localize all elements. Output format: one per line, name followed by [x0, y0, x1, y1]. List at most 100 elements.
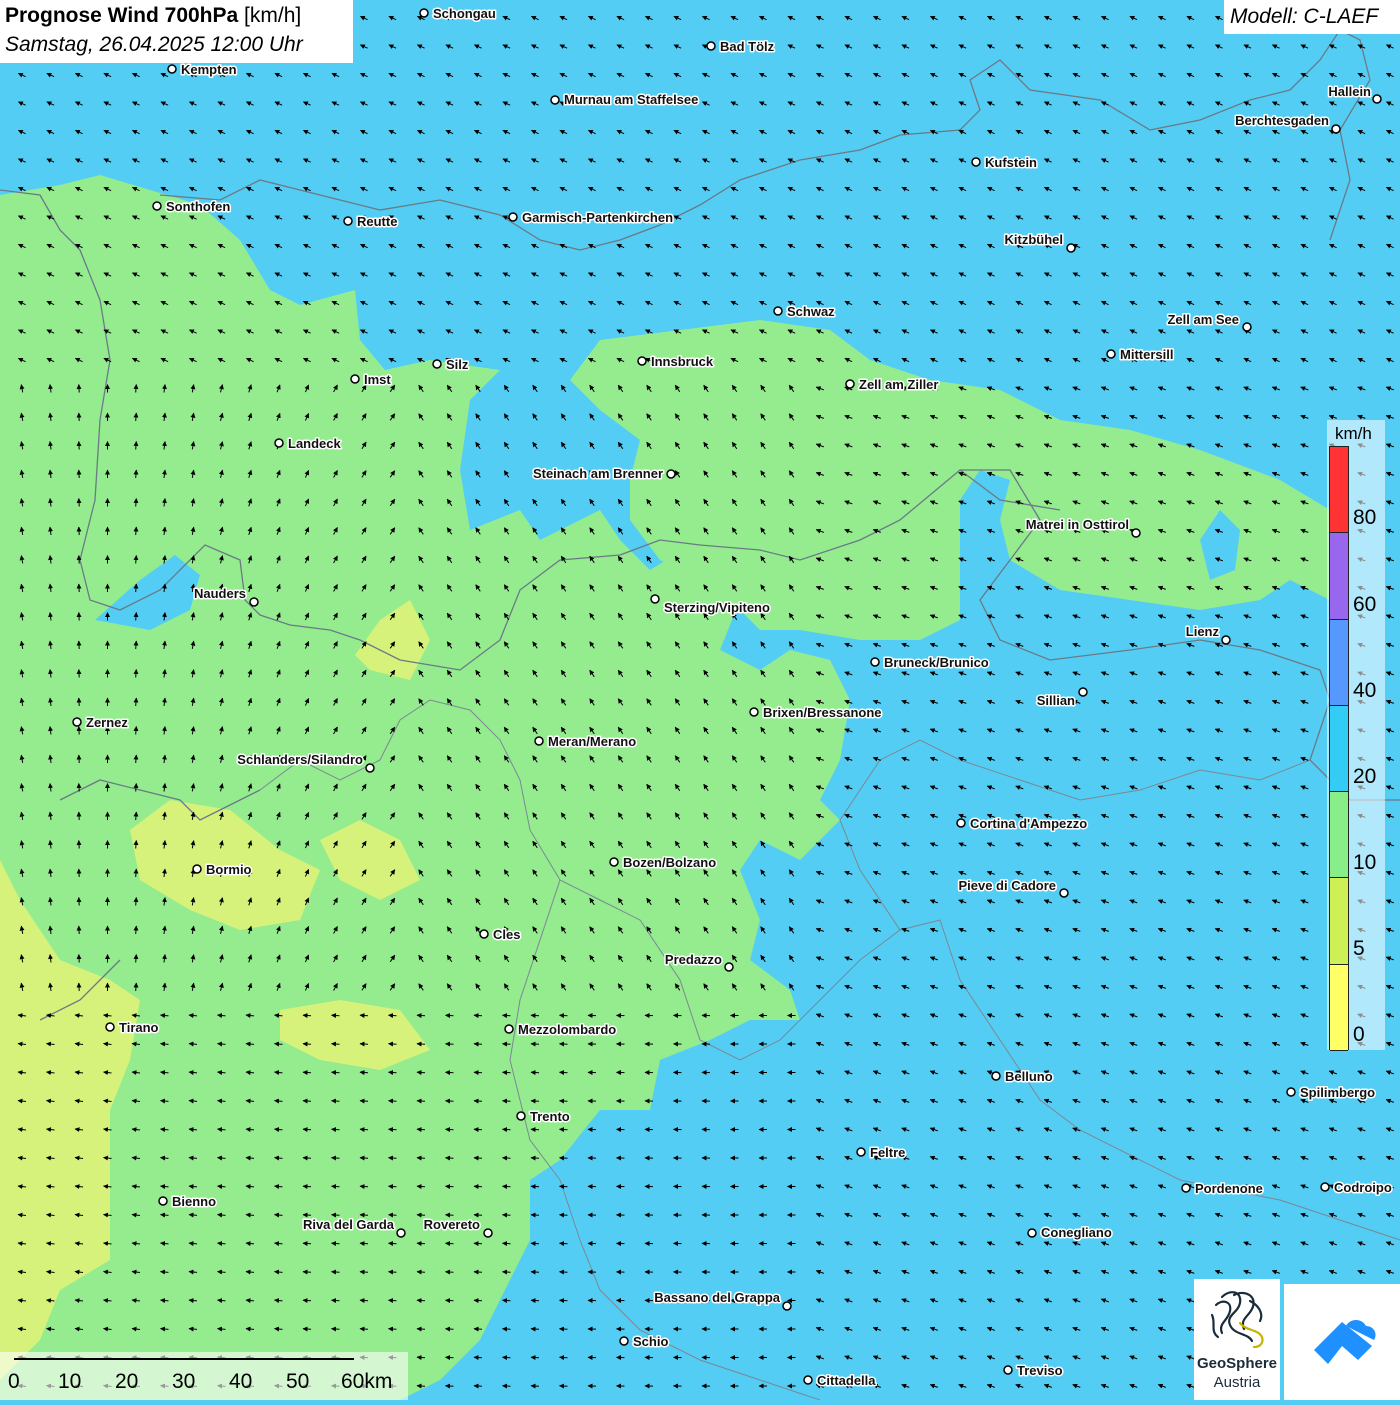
wind-arrow: [136, 527, 137, 535]
city-dot: [651, 595, 659, 603]
scale-label: 30: [172, 1370, 195, 1394]
wind-arrow: [389, 1015, 397, 1016]
city-dot: [351, 375, 359, 383]
city-label: Feltre: [870, 1145, 905, 1160]
wind-arrow: [389, 1300, 397, 1301]
wind-arrow: [360, 1215, 368, 1216]
city-label: Landeck: [288, 436, 342, 451]
wind-arrow: [360, 1072, 368, 1073]
wind-arrow: [303, 1300, 311, 1301]
wind-arrow: [136, 755, 137, 763]
scale-label: 60km: [341, 1370, 392, 1394]
city-label: Bruneck/Brunico: [884, 655, 989, 670]
scale-label: 0: [8, 1370, 20, 1394]
city-label: Conegliano: [1041, 1225, 1112, 1240]
wind-arrow: [332, 1243, 340, 1244]
cloud-arrow-icon: [1284, 1284, 1400, 1400]
wind-arrow: [417, 1243, 425, 1244]
city-dot: [505, 1025, 513, 1033]
city-label: Spilimbergo: [1300, 1085, 1375, 1100]
wind-arrow: [136, 556, 137, 564]
wind-arrow: [136, 926, 137, 934]
wind-map: Schongau Bad Tölz Kempten Murnau am Staffel…: [0, 0, 1400, 1400]
city-label: Cles: [493, 927, 520, 942]
wind-arrow: [136, 442, 137, 450]
wind-arrow: [303, 1072, 311, 1073]
scale-label: 10: [58, 1370, 81, 1394]
city-label: Bormio: [206, 862, 252, 877]
city-dot: [153, 202, 161, 210]
wind-arrow: [417, 1015, 425, 1016]
city-dot: [480, 930, 488, 938]
city-label: Meran/Merano: [548, 734, 636, 749]
city-dot: [804, 1376, 812, 1384]
city-dot: [420, 9, 428, 17]
city-dot: [1332, 125, 1340, 133]
city-label: Hallein: [1328, 84, 1371, 99]
city-label: Codroipo: [1334, 1180, 1392, 1195]
wind-arrow: [389, 1186, 397, 1187]
city-dot: [783, 1302, 791, 1310]
city-dot: [1373, 95, 1381, 103]
wind-arrow: [417, 1158, 425, 1159]
wind-arrow: [136, 841, 137, 849]
legend-tick-label: 60: [1353, 593, 1376, 617]
city-label: Bad Tölz: [720, 39, 775, 54]
city-label: Murnau am Staffelsee: [564, 92, 698, 107]
city-dot: [1067, 244, 1075, 252]
legend-unit: km/h: [1335, 424, 1372, 444]
legend-segment: [1330, 878, 1348, 964]
geosphere-name: GeoSphere: [1194, 1355, 1280, 1372]
city-dot: [610, 858, 618, 866]
wind-arrow: [303, 1215, 311, 1216]
legend-segment: [1330, 706, 1348, 792]
city-dot: [1028, 1229, 1036, 1237]
city-label: Silz: [446, 357, 469, 372]
wind-arrow: [303, 1158, 311, 1159]
city-label: Zell am Ziller: [859, 377, 938, 392]
city-label: Innsbruck: [651, 354, 714, 369]
city-dot: [972, 158, 980, 166]
city-dot: [1079, 688, 1087, 696]
city-dot: [484, 1229, 492, 1237]
legend-segment: [1330, 620, 1348, 706]
city-label: Trento: [530, 1109, 570, 1124]
legend-color-bar: [1329, 446, 1349, 1050]
city-dot: [620, 1337, 628, 1345]
wind-arrow: [389, 1215, 397, 1216]
wind-arrow: [303, 1044, 311, 1045]
forecast-datetime: Samstag, 26.04.2025 12:00 Uhr: [5, 33, 303, 57]
city-label: Kempten: [181, 62, 237, 77]
city-dot: [750, 708, 758, 716]
wind-arrow: [417, 1101, 425, 1102]
city-label: Schongau: [433, 6, 496, 21]
wind-arrow: [136, 727, 137, 735]
city-label: Treviso: [1017, 1363, 1063, 1378]
wind-arrow: [136, 385, 137, 393]
city-label: Brixen/Bressanone: [763, 705, 882, 720]
legend-tick-label: 10: [1353, 851, 1376, 875]
weather-app-logo: [1284, 1284, 1400, 1400]
wind-arrow: [136, 898, 137, 906]
city-dot: [1321, 1183, 1329, 1191]
city-dot: [1182, 1184, 1190, 1192]
wind-arrow: [303, 1243, 311, 1244]
city-label: Nauders: [194, 586, 246, 601]
city-dot: [774, 307, 782, 315]
city-dot: [725, 963, 733, 971]
map-title-box: Prognose Wind 700hPa [km/h] Samstag, 26.…: [0, 0, 353, 63]
city-label: Zernez: [86, 715, 128, 730]
city-dot: [517, 1112, 525, 1120]
wind-arrow: [303, 1129, 311, 1130]
city-label: Pordenone: [1195, 1181, 1263, 1196]
city-label: Mittersill: [1120, 347, 1173, 362]
city-label: Schwaz: [787, 304, 835, 319]
city-dot: [397, 1229, 405, 1237]
wind-arrow: [332, 1129, 340, 1130]
wind-arrow: [136, 869, 137, 877]
city-dot: [1107, 350, 1115, 358]
model-label: Modell: C-LAEF: [1230, 5, 1378, 29]
geosphere-country: Austria: [1194, 1374, 1280, 1391]
legend-segment: [1330, 965, 1348, 1051]
city-label: Berchtesgaden: [1235, 113, 1329, 128]
